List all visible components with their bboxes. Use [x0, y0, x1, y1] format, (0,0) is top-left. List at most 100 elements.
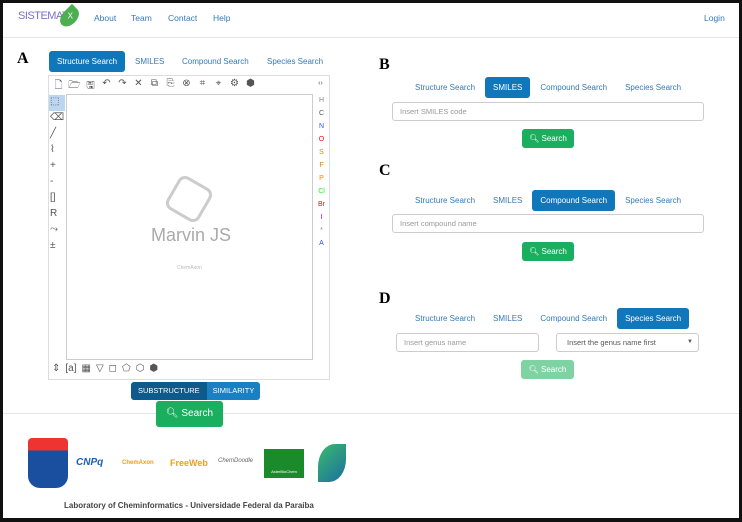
search-button-a[interactable]: 🔍︎ Search — [156, 401, 223, 427]
mode-toggle: SUBSTRUCTURE SIMILARITY — [131, 382, 261, 400]
asterbiochem-logo: AsterBioChem — [264, 449, 304, 478]
minus-charge-icon[interactable]: - — [50, 176, 64, 187]
panel-label-d: D — [379, 290, 391, 307]
nav-help[interactable]: Help — [213, 13, 230, 23]
footer-text: Laboratory of Cheminformatics - Universi… — [64, 501, 314, 510]
stereo-icon[interactable]: ⌖ — [212, 78, 225, 95]
element-p[interactable]: P — [313, 175, 330, 182]
settings-icon[interactable]: ⚙ — [228, 78, 241, 95]
tab-compound-search[interactable]: Compound Search — [532, 308, 615, 329]
zoom-icon[interactable]: ⊗ — [180, 78, 193, 95]
freeweb-logo: FreeWeb — [170, 458, 208, 468]
element-cl[interactable]: Cl — [313, 188, 330, 195]
save-icon[interactable]: 🖫 — [84, 78, 97, 95]
element-o[interactable]: O — [313, 136, 330, 143]
tab-smiles[interactable]: SMILES — [127, 51, 172, 72]
cyclopentane-icon[interactable]: ⬠ — [122, 363, 131, 374]
cyclopropane-icon[interactable]: ▽ — [96, 363, 104, 374]
bracket-icon[interactable]: [] — [50, 192, 64, 203]
cyclobutane-icon[interactable]: ◻ — [109, 363, 117, 374]
search-icon: 🔍︎ — [165, 408, 179, 419]
substructure-button[interactable]: SUBSTRUCTURE — [131, 382, 207, 400]
editor-left-toolbar: ⬚ ⌫ ╱ ⌇ + - [] R ⤳ ± — [50, 96, 64, 251]
clean-2d-icon[interactable]: ⌗ — [196, 78, 209, 95]
cnpq-logo: CNPq — [76, 457, 104, 468]
chemdoodle-logo: ChemDoodle — [218, 458, 254, 464]
eraser-icon[interactable]: ⌫ — [50, 112, 64, 123]
search-icon: 🔍︎ — [528, 365, 539, 374]
editor-bottom-toolbar: ⇕ [a] ▦ ▽ ◻ ⬠ ⬡ ⬢ — [52, 363, 158, 374]
marvin-logo-icon — [163, 173, 215, 225]
nav-contact[interactable]: Contact — [168, 13, 197, 23]
new-icon[interactable]: 🗋 — [52, 78, 65, 95]
search-icon: 🔍︎ — [529, 134, 540, 143]
element-c[interactable]: C — [313, 110, 330, 117]
nav-login[interactable]: Login — [704, 13, 725, 23]
element-n[interactable]: N — [313, 123, 330, 130]
atom-icon[interactable]: [a] — [65, 363, 76, 374]
search-button-b[interactable]: 🔍︎ Search — [522, 129, 574, 148]
tab-structure-search[interactable]: Structure Search — [407, 190, 483, 211]
nav-team[interactable]: Team — [131, 13, 152, 23]
element-br[interactable]: Br — [313, 201, 330, 208]
reaction-icon[interactable]: ⤳ — [50, 224, 64, 235]
tab-structure-search[interactable]: Structure Search — [407, 77, 483, 98]
cut-icon[interactable]: ✕ — [132, 78, 145, 95]
tab-smiles[interactable]: SMILES — [485, 77, 531, 98]
tab-smiles[interactable]: SMILES — [485, 190, 530, 211]
tab-compound-search[interactable]: Compound Search — [174, 51, 257, 72]
nav-about[interactable]: About — [94, 13, 116, 23]
tab-species-search[interactable]: Species Search — [617, 77, 689, 98]
tab-structure-search[interactable]: Structure Search — [407, 308, 483, 329]
expand-icon[interactable]: ‹› — [314, 80, 327, 87]
element-h[interactable]: H — [313, 97, 330, 104]
cyclohexane-icon[interactable]: ⬢ — [149, 363, 158, 374]
species-select[interactable]: Insert the genus name first ▼ — [556, 333, 699, 352]
caret-down-icon: ▼ — [687, 339, 693, 345]
tab-species-search[interactable]: Species Search — [617, 308, 690, 329]
element-s[interactable]: S — [313, 149, 330, 156]
plus-charge-icon[interactable]: + — [50, 160, 64, 171]
compound-input[interactable]: Insert compound name — [392, 214, 704, 233]
similarity-button[interactable]: SIMILARITY — [206, 382, 261, 400]
undo-icon[interactable]: ↶ — [100, 78, 113, 95]
element-a[interactable]: A — [313, 240, 330, 247]
tab-compound-search[interactable]: Compound Search — [532, 77, 615, 98]
tab-compound-search[interactable]: Compound Search — [532, 190, 616, 211]
tabs-c: Structure Search SMILES Compound Search Spe… — [407, 190, 689, 211]
arrow-icon[interactable]: ± — [50, 240, 64, 251]
search-button-d[interactable]: 🔍︎ Search — [521, 360, 574, 379]
panel-label-c: C — [379, 162, 391, 179]
info-icon[interactable]: ⬢ — [244, 78, 257, 95]
panel-label-a: A — [17, 50, 29, 67]
redo-icon[interactable]: ↷ — [116, 78, 129, 95]
editor-top-toolbar: 🗋 🗁 🖫 ↶ ↷ ✕ ⧉ ⎘ ⊗ ⌗ ⌖ ⚙ ⬢ — [52, 78, 257, 95]
alkyl-icon[interactable]: ▦ — [82, 363, 91, 374]
tab-species-search[interactable]: Species Search — [617, 190, 689, 211]
chemaxon-label: ChemAxon — [177, 265, 202, 271]
open-icon[interactable]: 🗁 — [68, 78, 81, 95]
tabs-d: Structure Search SMILES Compound Search Spe… — [407, 308, 690, 329]
chemaxon-logo: ChemAxon — [122, 460, 154, 466]
element-*[interactable]: * — [313, 227, 330, 234]
bond-icon[interactable]: ╱ — [50, 128, 64, 139]
search-icon: 🔍︎ — [529, 247, 540, 256]
element-f[interactable]: F — [313, 162, 330, 169]
scroll-icon[interactable]: ⇕ — [52, 363, 60, 374]
element-toolbar: H C N O S F P Cl Br I * A — [313, 97, 330, 247]
smiles-input[interactable]: Insert SMILES code — [392, 102, 704, 121]
copy-icon[interactable]: ⧉ — [148, 78, 161, 95]
tab-smiles[interactable]: SMILES — [485, 308, 530, 329]
tab-structure-search[interactable]: Structure Search — [49, 51, 126, 72]
chain-icon[interactable]: ⌇ — [50, 144, 64, 155]
marvin-title: Marvin JS — [151, 225, 232, 245]
element-i[interactable]: I — [313, 214, 330, 221]
tab-species-search[interactable]: Species Search — [259, 51, 331, 72]
select-icon[interactable]: ⬚ — [50, 96, 64, 107]
genus-input[interactable]: Insert genus name — [396, 333, 539, 352]
benzene-icon[interactable]: ⬡ — [136, 363, 145, 374]
search-button-c[interactable]: 🔍︎ Search — [522, 242, 574, 261]
paste-icon[interactable]: ⎘ — [164, 78, 177, 95]
rgroup-icon[interactable]: R — [50, 208, 64, 219]
drawing-canvas[interactable]: Marvin JS ChemAxon — [66, 94, 313, 360]
